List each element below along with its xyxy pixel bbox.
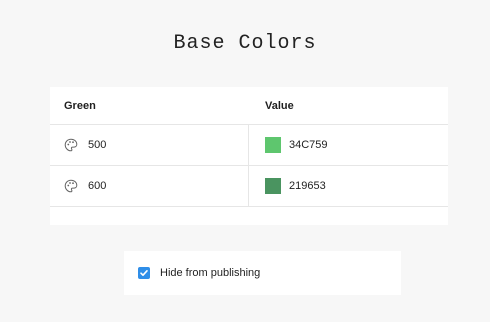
color-value-cell: 34C759 bbox=[265, 125, 435, 165]
color-name-cell: 500 bbox=[64, 125, 248, 165]
table-header: Green Value bbox=[50, 87, 448, 125]
column-divider bbox=[248, 166, 249, 206]
hide-from-publishing-checkbox[interactable] bbox=[138, 267, 150, 279]
color-name-cell: 600 bbox=[64, 166, 248, 206]
colors-table: Green Value 500 34C759 600 219653 bbox=[50, 87, 448, 225]
color-value-cell: 219653 bbox=[265, 166, 435, 206]
color-swatch bbox=[265, 178, 281, 194]
table-row[interactable]: 600 219653 bbox=[50, 166, 448, 207]
color-hex-value: 219653 bbox=[289, 180, 326, 192]
column-header-green: Green bbox=[64, 99, 96, 112]
palette-icon bbox=[64, 138, 78, 152]
palette-icon bbox=[64, 179, 78, 193]
column-divider bbox=[248, 125, 249, 165]
publish-settings: Hide from publishing bbox=[124, 251, 401, 295]
color-swatch bbox=[265, 137, 281, 153]
check-icon bbox=[140, 270, 148, 276]
color-name: 600 bbox=[88, 180, 107, 192]
hide-from-publishing-label[interactable]: Hide from publishing bbox=[160, 267, 260, 279]
color-hex-value: 34C759 bbox=[289, 139, 328, 151]
page-title: Base Colors bbox=[173, 32, 317, 55]
color-name: 500 bbox=[88, 139, 107, 151]
table-row[interactable]: 500 34C759 bbox=[50, 125, 448, 166]
column-header-value: Value bbox=[265, 99, 294, 112]
